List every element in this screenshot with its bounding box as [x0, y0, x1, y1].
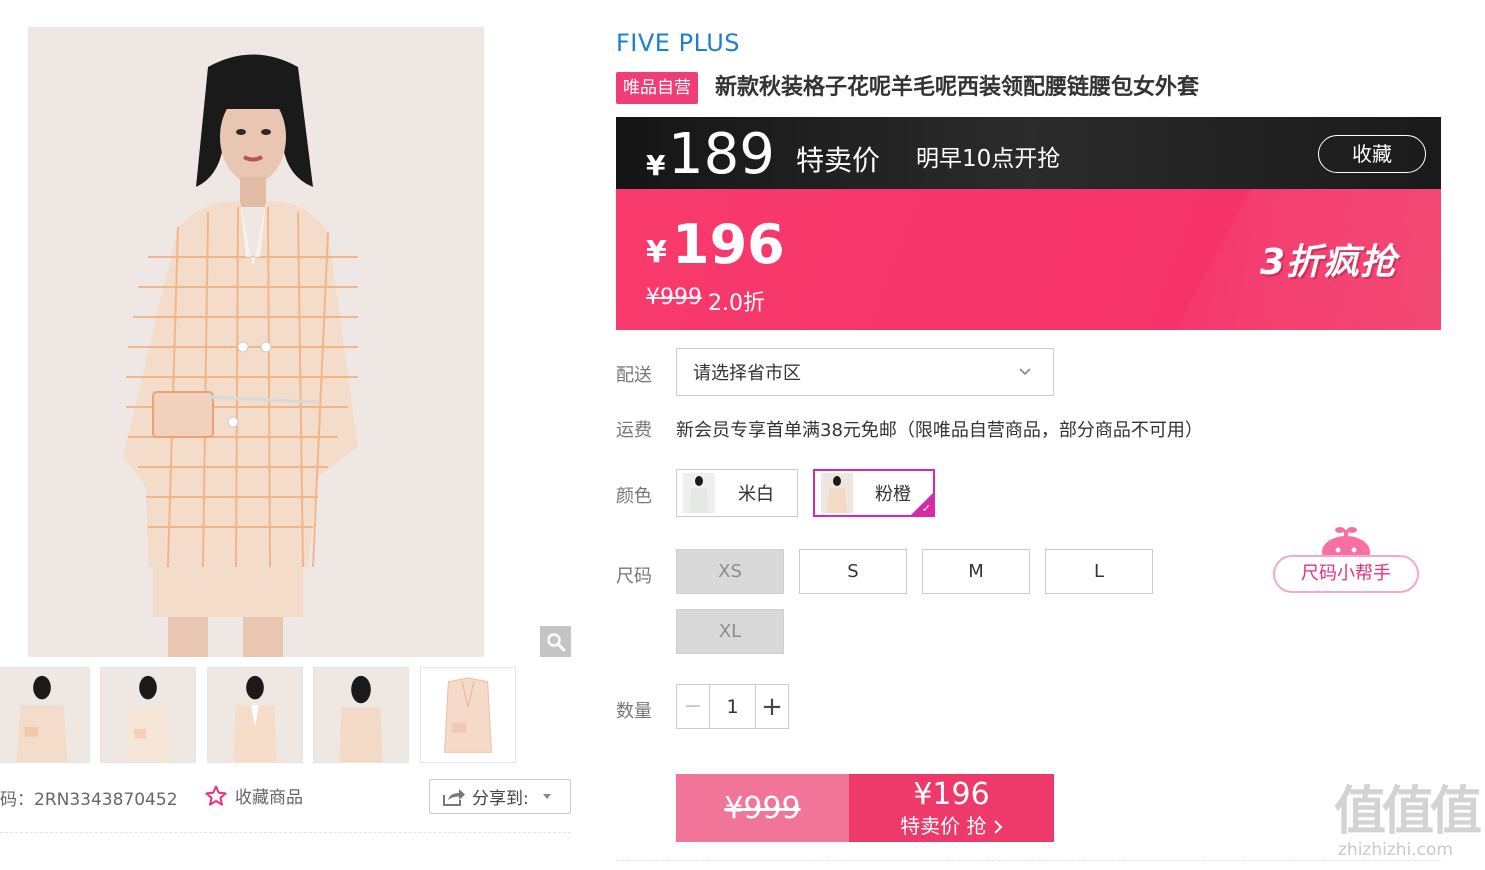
size-option-l[interactable]: L [1045, 549, 1153, 594]
zoom-button[interactable] [540, 626, 571, 657]
watermark-logo: 值值值 [1334, 782, 1482, 842]
brand-name[interactable]: FIVE PLUS [616, 29, 740, 57]
divider [616, 860, 1441, 861]
buy-button[interactable]: ¥196 特卖价 抢 [849, 774, 1054, 842]
site-watermark: 值值值 zhizhizhi.com [1334, 784, 1484, 864]
quantity-increase-button[interactable]: + [755, 685, 788, 728]
original-price: ¥999 [646, 285, 702, 310]
buy-price: ¥196 [913, 777, 990, 812]
size-option-s[interactable]: S [799, 549, 907, 594]
favorite-goods-label: 收藏商品 [235, 788, 303, 808]
share-icon [443, 788, 465, 806]
quantity-decrease-button[interactable]: − [677, 685, 710, 728]
size-option-xl: XL [676, 609, 784, 654]
size-helper-button[interactable]: 尺码小帮手 [1273, 555, 1419, 593]
share-label: 分享到: [472, 789, 529, 809]
region-placeholder: 请选择省市区 [693, 363, 801, 384]
region-select[interactable]: 请选择省市区 [676, 348, 1054, 396]
collect-button[interactable]: 收藏 [1318, 135, 1426, 173]
quantity-stepper: − 1 + [676, 684, 789, 729]
quantity-label: 数量 [616, 701, 652, 722]
caret-down-icon [542, 794, 551, 799]
size-option-xs: XS [676, 549, 784, 594]
color-label: 颜色 [616, 486, 652, 507]
favorite-goods-button[interactable]: 收藏商品 [204, 783, 303, 808]
freight-info: 新会员专享首单满38元免邮（限唯品自营商品，部分商品不可用） [676, 420, 1203, 441]
presale-yen: ¥ [646, 149, 666, 182]
presale-price: 189 [668, 122, 775, 187]
main-product-image[interactable] [28, 27, 484, 657]
quantity-input[interactable]: 1 [710, 685, 755, 728]
star-icon [205, 785, 227, 806]
discount-rate: 2.0折 [708, 291, 765, 316]
color-swatch-pink-orange [821, 473, 853, 513]
delivery-label: 配送 [616, 365, 652, 386]
magnifier-icon [546, 632, 565, 651]
share-button[interactable]: 分享到: [429, 779, 571, 814]
thumbnail-4[interactable] [313, 667, 409, 763]
size-option-m[interactable]: M [922, 549, 1030, 594]
freight-label: 运费 [616, 420, 652, 441]
checkmark-icon: ✓ [921, 502, 931, 515]
current-yen: ¥ [646, 235, 667, 270]
size-label: 尺码 [616, 566, 652, 587]
self-operated-tag: 唯品自营 [616, 72, 698, 104]
color-swatch-ivory [683, 473, 715, 513]
presale-label: 特卖价 [796, 144, 881, 177]
color-option-pink-orange[interactable]: 粉橙 ✓ [813, 469, 935, 517]
divider [0, 832, 571, 833]
presale-banner: ¥ 189 特卖价 明早10点开抢 收藏 [616, 117, 1441, 189]
current-price: 196 [672, 213, 785, 276]
watermark-url: zhizhizhi.com [1338, 840, 1453, 860]
thumbnail-2[interactable] [100, 667, 196, 763]
product-title: 新款秋装格子花呢羊毛呢西装领配腰链腰包女外套 [715, 75, 1200, 100]
price-banner: ¥ 196 ¥999 2.0折 3折疯抢 [616, 189, 1441, 330]
buy-original-price[interactable]: ¥999 [676, 774, 849, 842]
color-option-ivory[interactable]: 米白 [676, 469, 798, 517]
thumbnail-5[interactable] [420, 667, 516, 763]
chevron-right-icon [994, 820, 1003, 834]
thumbnail-3[interactable] [207, 667, 303, 763]
buy-action-label: 特卖价 抢 [849, 814, 1054, 838]
sku-code: 码：2RN3343870452 [0, 790, 178, 810]
presale-start-time: 明早10点开抢 [916, 146, 1061, 172]
promo-slogan: 3折疯抢 [1260, 242, 1398, 283]
thumbnail-1[interactable] [0, 667, 90, 763]
chevron-down-icon [1019, 368, 1031, 376]
color-option-label: 米白 [738, 484, 774, 505]
